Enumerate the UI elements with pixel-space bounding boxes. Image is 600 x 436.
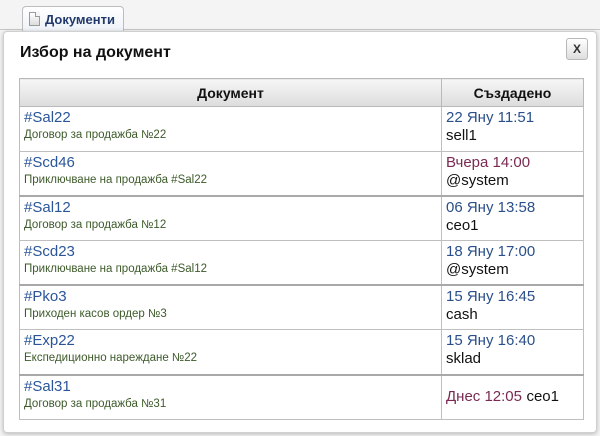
created-date: Днес 12:05 — [446, 387, 522, 405]
created-cell: 15 Яну 16:45 cash — [441, 284, 584, 331]
created-user[interactable]: ceo1 — [446, 217, 579, 235]
document-link[interactable]: #Scd23 — [24, 243, 437, 261]
created-user[interactable]: sell1 — [446, 127, 579, 145]
tab-bar: Документи — [0, 0, 600, 31]
table-row[interactable]: #Scd46 Приключване на продажба #Sal22 Вч… — [19, 150, 584, 197]
tab-documents[interactable]: Документи — [22, 6, 124, 31]
header-document[interactable]: Документ — [19, 78, 442, 107]
created-cell: 15 Яну 16:40 sklad — [441, 329, 584, 376]
document-description: Приключване на продажба #Sal22 — [24, 173, 207, 186]
document-description: Приходен касов ордер №3 — [24, 308, 167, 321]
document-cell: #Sal31 Договор за продажба №31 — [19, 373, 442, 420]
created-user[interactable]: @system — [446, 261, 579, 279]
created-cell: 22 Яну 11:51 sell1 — [441, 106, 584, 152]
created-date: 06 Яну 13:58 — [446, 198, 536, 216]
created-date: 15 Яну 16:45 — [446, 288, 536, 306]
table-row[interactable]: #Scd23 Приключване на продажба #Sal12 18… — [19, 240, 584, 286]
created-cell: Днес 12:05 ceo1 — [441, 373, 584, 420]
document-cell: #Scd23 Приключване на продажба #Sal12 — [19, 240, 442, 286]
document-cell: #Exp22 Експедиционно нареждане №22 — [19, 329, 442, 376]
created-date: 18 Яну 17:00 — [446, 243, 536, 261]
created-user[interactable]: sklad — [446, 350, 579, 368]
table-row[interactable]: #Exp22 Експедиционно нареждане №22 15 Ян… — [19, 329, 584, 376]
created-user[interactable]: @system — [446, 172, 579, 190]
document-description: Договор за продажба №12 — [24, 218, 167, 231]
table-row[interactable]: #Sal22 Договор за продажба №22 22 Яну 11… — [19, 106, 584, 152]
table-row[interactable]: #Sal31 Договор за продажба №31 Днес 12:0… — [19, 373, 584, 420]
document-cell: #Pko3 Приходен касов ордер №3 — [19, 284, 442, 331]
document-link[interactable]: #Sal12 — [24, 199, 437, 217]
document-link[interactable]: #Sal22 — [24, 109, 437, 127]
table-row[interactable]: #Pko3 Приходен касов ордер №3 15 Яну 16:… — [19, 284, 584, 331]
dialog-title: Избор на документ — [20, 44, 171, 61]
document-description: Приключване на продажба #Sal12 — [24, 263, 207, 276]
table-row[interactable]: #Sal12 Договор за продажба №12 06 Яну 13… — [19, 194, 584, 242]
created-date: Вчера 14:00 — [446, 153, 531, 171]
document-description: Договор за продажба №31 — [24, 397, 167, 410]
created-user[interactable]: ceo1 — [526, 388, 559, 405]
document-link[interactable]: #Scd46 — [24, 154, 437, 172]
document-description: Експедиционно нареждане №22 — [24, 352, 198, 365]
header-created[interactable]: Създадено — [441, 78, 584, 107]
document-link[interactable]: #Sal31 — [24, 378, 437, 396]
created-cell: Вчера 14:00 @system — [441, 150, 584, 197]
document-description: Договор за продажба №22 — [24, 129, 167, 141]
document-icon — [29, 12, 40, 26]
document-cell: #Sal22 Договор за продажба №22 — [19, 106, 442, 152]
created-cell: 18 Яну 17:00 @system — [441, 240, 584, 286]
created-user[interactable]: cash — [446, 306, 579, 324]
document-picker-dialog: Избор на документ X Документ Създадено #… — [3, 31, 597, 433]
created-date: 15 Яну 16:40 — [446, 332, 536, 350]
created-cell: 06 Яну 13:58 ceo1 — [441, 194, 584, 242]
close-button[interactable]: X — [566, 38, 588, 60]
document-link[interactable]: #Exp22 — [24, 332, 437, 350]
documents-table: Документ Създадено #Sal22 Договор за про… — [19, 78, 584, 420]
document-link[interactable]: #Pko3 — [24, 288, 437, 306]
created-date: 22 Яну 11:51 — [446, 109, 535, 126]
tab-label: Документи — [45, 11, 115, 27]
document-cell: #Scd46 Приключване на продажба #Sal22 — [19, 150, 442, 197]
document-cell: #Sal12 Договор за продажба №12 — [19, 194, 442, 242]
